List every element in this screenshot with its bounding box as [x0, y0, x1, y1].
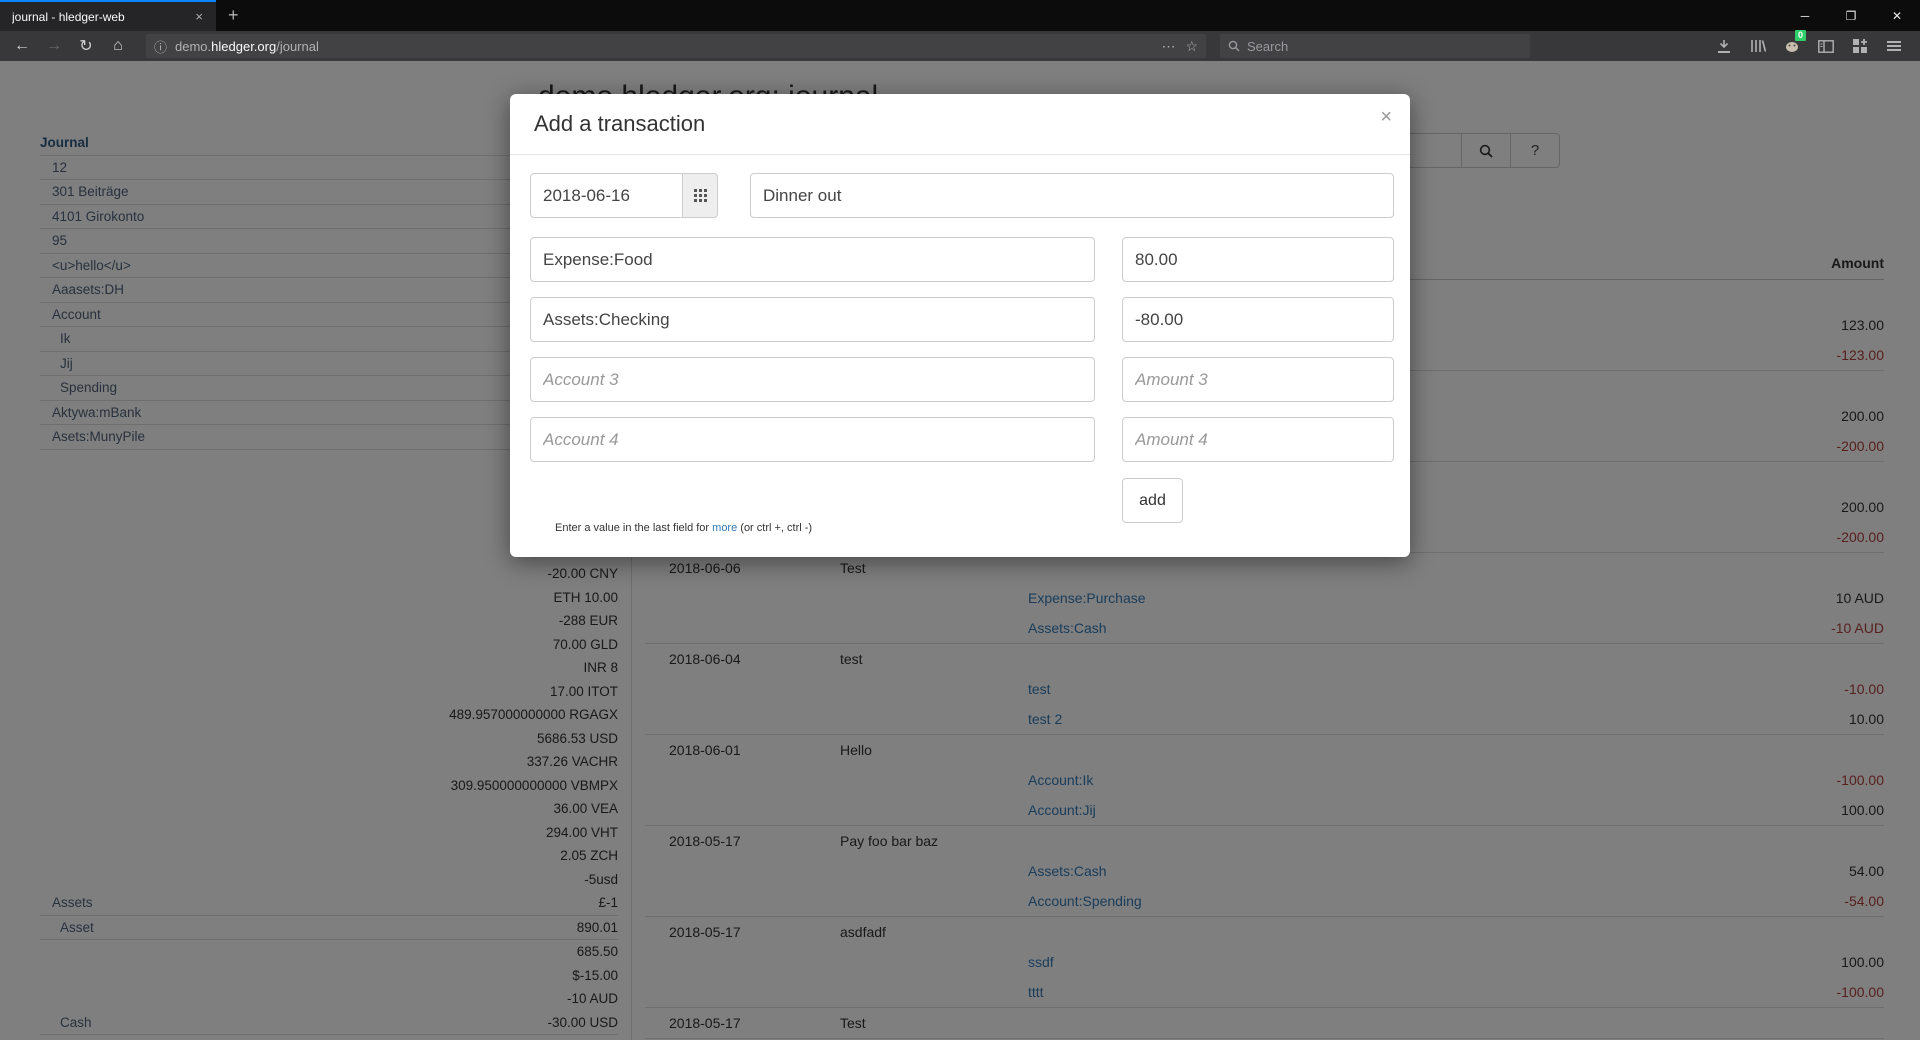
menu-hamburger-icon[interactable]	[1880, 34, 1908, 58]
back-icon[interactable]: ←	[6, 37, 38, 55]
toolbar-icons: 0	[1710, 34, 1914, 58]
new-tab-button[interactable]: +	[216, 0, 251, 31]
minimize-button[interactable]: ─	[1782, 0, 1828, 31]
calendar-grid-icon	[694, 189, 707, 202]
extension-badge: 0	[1795, 30, 1806, 41]
date-picker-button[interactable]	[683, 173, 718, 218]
navigation-toolbar: ← → ↻ ⌂ ⓘ demo.hledger.org/journal ⋯ ☆ 0	[0, 31, 1920, 61]
browser-tab[interactable]: journal - hledger-web ×	[0, 0, 216, 31]
library-icon[interactable]	[1744, 34, 1772, 58]
account-3-input[interactable]	[530, 357, 1095, 402]
screenshots-grid-icon[interactable]	[1846, 34, 1874, 58]
more-link[interactable]: more	[712, 522, 737, 534]
amount-2-input[interactable]	[1122, 297, 1394, 342]
browser-chrome: journal - hledger-web × + ─ ❐ ✕ ← → ↻ ⌂ …	[0, 0, 1920, 61]
browser-search-bar[interactable]	[1220, 34, 1530, 58]
search-icon	[1228, 40, 1240, 52]
forward-icon[interactable]: →	[38, 37, 70, 55]
modal-title: Add a transaction	[534, 111, 705, 137]
home-icon[interactable]: ⌂	[102, 37, 134, 55]
sidebar-toggle-icon[interactable]	[1812, 34, 1840, 58]
modal-hint: Enter a value in the last field for more…	[555, 522, 812, 534]
browser-search-input[interactable]	[1247, 39, 1487, 54]
account-2-input[interactable]	[530, 297, 1095, 342]
description-input[interactable]	[750, 173, 1394, 218]
url-text: demo.hledger.org/journal	[175, 39, 1151, 54]
account-4-input[interactable]	[530, 417, 1095, 462]
extension-icon[interactable]: 0	[1778, 34, 1806, 58]
amount-1-input[interactable]	[1122, 237, 1394, 282]
restore-button[interactable]: ❐	[1828, 0, 1874, 31]
tab-bar: journal - hledger-web × + ─ ❐ ✕	[0, 0, 1920, 31]
reload-icon[interactable]: ↻	[70, 36, 102, 56]
site-info-icon[interactable]: ⓘ	[154, 37, 167, 56]
amount-4-input[interactable]	[1122, 417, 1394, 462]
modal-close-icon[interactable]: ×	[1380, 106, 1392, 129]
close-button[interactable]: ✕	[1874, 0, 1920, 31]
tab-title: journal - hledger-web	[12, 10, 190, 24]
window-controls: ─ ❐ ✕	[1782, 0, 1920, 31]
tab-close-icon[interactable]: ×	[190, 7, 208, 26]
downloads-icon[interactable]	[1710, 34, 1738, 58]
bookmark-star-icon[interactable]: ☆	[1185, 38, 1198, 55]
date-input[interactable]	[530, 173, 683, 218]
add-transaction-modal: Add a transaction × add Enter a value in…	[510, 94, 1410, 557]
account-1-input[interactable]	[530, 237, 1095, 282]
modal-header: Add a transaction ×	[510, 94, 1410, 155]
add-button[interactable]: add	[1122, 478, 1183, 523]
page-actions-icon[interactable]: ⋯	[1161, 38, 1175, 55]
amount-3-input[interactable]	[1122, 357, 1394, 402]
url-bar[interactable]: ⓘ demo.hledger.org/journal ⋯ ☆	[146, 34, 1206, 58]
